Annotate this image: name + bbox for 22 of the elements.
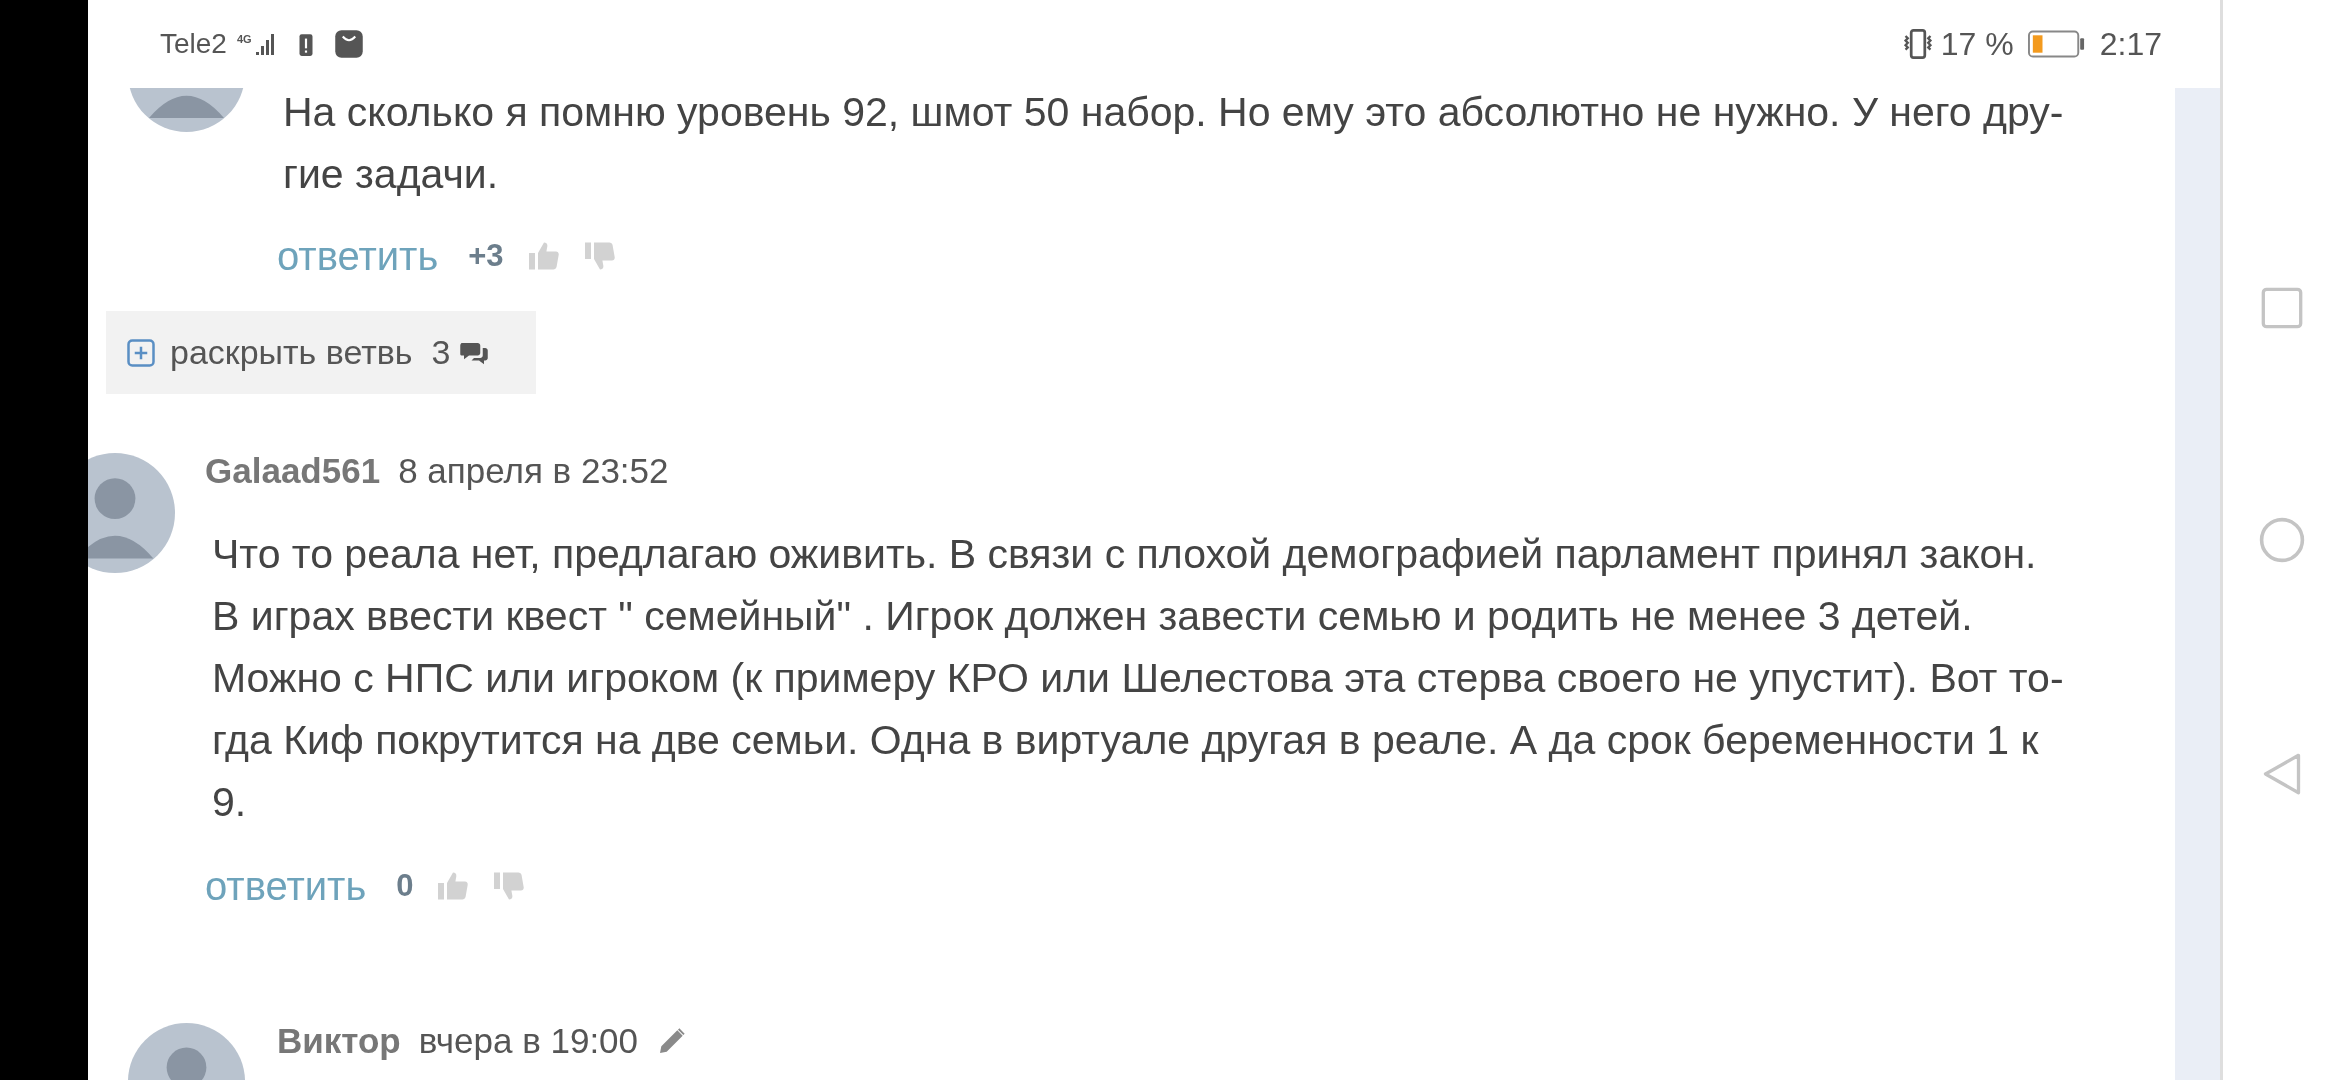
battery-icon: [2027, 30, 2086, 58]
clock-time: 2:17: [2099, 25, 2162, 64]
author-name[interactable]: Виктор: [277, 1014, 401, 1068]
home-icon[interactable]: [2257, 516, 2306, 564]
network-type: 4G: [236, 34, 252, 45]
battery-percent: 17 %: [1940, 25, 2014, 64]
app-store-icon: [333, 29, 364, 59]
vote-score: +3: [468, 236, 504, 275]
alert-icon: [297, 31, 314, 57]
comment-text: Что то реала нет, предлагаю оживить. В связи с плохой демографией парламент принял закон. В играх ввести квест " семейный" . Игрок должен завести семью и родить не менее 3 детей. Можно с НПС или игроком (к примеру КРО или Шелестова эта стерва своего не упустит). Вот то- гда Киф покрутится на две семьи. Одна в виртуале другая в реале. А да срок беременности 1 к 9.: [212, 530, 2064, 827]
comment-date: вчера в 19:00: [418, 1019, 639, 1062]
plus-square-icon: [126, 337, 156, 368]
expand-branch-button[interactable]: раскрыть ветвь 3: [106, 311, 536, 394]
comment-date: 8 апреля в 23:52: [398, 449, 669, 492]
carrier-name: Tele2: [160, 27, 227, 61]
scrollbar-track[interactable]: [2175, 88, 2220, 1080]
vote-score: 0: [396, 866, 414, 905]
reply-link[interactable]: ответить: [277, 236, 439, 276]
author-name[interactable]: Galaad561: [205, 444, 381, 498]
comment-text: На сколько я помню уровень 92, шмот 50 набор. Но ему это абсолютно не нужно. У него дру- гие задачи.: [283, 88, 2064, 199]
reply-link[interactable]: ответить: [205, 866, 367, 906]
recents-icon[interactable]: [2259, 286, 2304, 330]
